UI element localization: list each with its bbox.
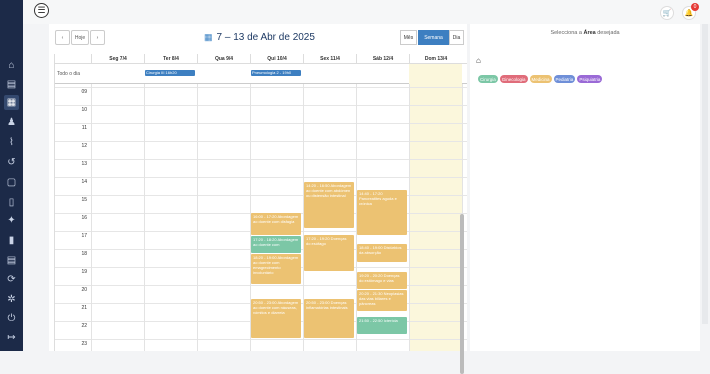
home-breadcrumb-icon[interactable]: ⌂: [476, 56, 481, 65]
file-search-icon[interactable]: ▯: [4, 195, 19, 210]
area-tag-psiquiatria[interactable]: Psiquiatria: [577, 75, 603, 83]
gear-icon[interactable]: ✲: [4, 292, 19, 307]
calendar-toolbar: ‹ Hoje › ▦ 7 – 13 de Abr de 2025 Mês Sem…: [49, 24, 467, 52]
hour-row[interactable]: 12: [55, 141, 467, 159]
top-icons: 🛒 🔔 0: [660, 3, 699, 20]
hour-label: 09: [81, 89, 87, 95]
calendar-event[interactable]: 18:20 - 19:00 Abordagem ao doente com em…: [251, 254, 301, 284]
column-divider: [409, 84, 410, 351]
area-tag-cirurgia[interactable]: Cirurgia: [478, 75, 498, 83]
column-divider: [197, 84, 198, 351]
hour-label: 21: [81, 305, 87, 311]
prev-week-button[interactable]: ‹: [55, 30, 70, 45]
hour-row[interactable]: 09: [55, 87, 467, 105]
bell-icon[interactable]: 🔔 0: [682, 3, 699, 20]
area-tag-medicina[interactable]: Medicina: [529, 75, 552, 83]
topbar: [23, 0, 710, 24]
view-month-button[interactable]: Mês: [400, 30, 417, 45]
allday-label: Todo o dia: [57, 71, 81, 77]
user-edit-icon[interactable]: ♟: [4, 115, 19, 130]
day-header[interactable]: Qui 10/4: [250, 54, 303, 64]
hours-area[interactable]: 09 10 11 12 13 14 15 16 17 18 19 20 21 22 23 16:00 - 17…: [55, 84, 467, 351]
calendar-event[interactable]: 20:50 - 23:00 Doenças inflamatórias inte…: [304, 299, 354, 338]
id-card-icon[interactable]: ▤: [4, 77, 19, 92]
hour-row[interactable]: 23: [55, 339, 467, 351]
day-header[interactable]: Seg 7/4: [91, 54, 144, 64]
calendar-title-icon: ▦: [204, 32, 213, 42]
hour-label: 11: [81, 125, 87, 131]
allday-event[interactable]: Pneumologia 2 - 19h0: [251, 70, 301, 76]
hour-label: 18: [81, 251, 87, 257]
hour-label: 23: [81, 341, 87, 347]
hour-label: 14: [81, 179, 87, 185]
history-icon[interactable]: ↺: [4, 155, 19, 170]
hour-label: 17: [81, 233, 87, 239]
calendar-title: ▦ 7 – 13 de Abr de 2025: [204, 32, 315, 43]
hour-row[interactable]: 13: [55, 159, 467, 177]
area-panel-title: Selecciona a Área desejada: [470, 30, 700, 36]
allday-event[interactable]: Cirurgia III 16h20: [145, 70, 195, 76]
note-icon[interactable]: ▢: [4, 175, 19, 190]
hour-row[interactable]: 10: [55, 105, 467, 123]
area-tag-ginecologia[interactable]: Ginecologia: [499, 75, 528, 83]
title-bold: Área: [583, 30, 596, 36]
hour-label: 22: [81, 323, 87, 329]
home-icon[interactable]: ⌂: [4, 58, 19, 73]
chart-icon[interactable]: ⌇: [4, 135, 19, 150]
hour-label: 10: [81, 107, 87, 113]
column-divider: [144, 84, 145, 351]
title-prefix: Selecciona a: [550, 30, 582, 36]
day-header[interactable]: Sáb 12/4: [356, 54, 409, 64]
calendar-event[interactable]: 14:40 - 17:20 Pancreatites aguda e cróni…: [357, 189, 407, 236]
view-day-button[interactable]: Dia: [449, 30, 464, 45]
calendar-event[interactable]: 17:20 - 18:20 Abordagem ao doente com: [251, 236, 301, 254]
calendar-event[interactable]: 19:20 - 20:20 Doenças do estômago e vias: [357, 272, 407, 290]
card-icon[interactable]: ▤: [4, 253, 19, 268]
calendar-scrollbar[interactable]: [460, 214, 464, 374]
hamburger-menu-button[interactable]: ☰: [34, 3, 49, 18]
calendar-event[interactable]: 14:20 - 16:50 Abordagem ao doente com ab…: [304, 182, 354, 229]
calendar-event[interactable]: 17:20 - 19:20 Doenças do esófago: [304, 234, 354, 272]
day-header-row: Seg 7/4 Ter 8/4 Qua 9/4 Qui 10/4 Sex 11/4 Sáb…: [55, 54, 467, 64]
title-suffix: desejada: [597, 30, 620, 36]
day-header[interactable]: Qua 9/4: [197, 54, 250, 64]
calendar-event[interactable]: 16:00 - 17:20 Abordagem ao doente com di…: [251, 213, 301, 236]
hour-label: 20: [81, 287, 87, 293]
calendar-event[interactable]: 20:20 - 21:30 Neoplasias das vias biliar…: [357, 290, 407, 311]
day-header[interactable]: Dom 13/4: [409, 54, 462, 64]
hour-label: 13: [81, 161, 87, 167]
hour-label: 19: [81, 269, 87, 275]
hour-row[interactable]: 11: [55, 123, 467, 141]
hour-label: 12: [81, 143, 87, 149]
area-tag-pediatria[interactable]: Pediatria: [553, 75, 576, 83]
sunday-allday-highlight: [409, 64, 462, 84]
week-grid: Seg 7/4 Ter 8/4 Qua 9/4 Qui 10/4 Sex 11/4 Sáb…: [54, 54, 467, 351]
calendar-panel: ‹ Hoje › ▦ 7 – 13 de Abr de 2025 Mês Sem…: [49, 24, 467, 374]
hour-label: 15: [81, 197, 87, 203]
cart-icon[interactable]: 🛒: [660, 6, 674, 20]
allday-row: Todo o dia Cirurgia III 16h20 Pneumologia…: [55, 64, 467, 84]
calendar-event[interactable]: 18:40 - 19:00 Distúrbios da absorção: [357, 243, 407, 263]
hour-label: 16: [81, 215, 87, 221]
day-header[interactable]: Sex 11/4: [303, 54, 356, 64]
area-tags: Cirurgia Ginecologia Medicina Pediatria Psiq…: [478, 75, 603, 83]
sidebar: ⌂ ▤ ▦ ♟ ⌇ ↺ ▢ ▯ ✦ ▮ ▤ ⟳ ✲ ⏻ ↦: [0, 0, 23, 351]
page-scrollbar[interactable]: [702, 24, 708, 324]
calendar-title-text: 7 – 13 de Abr de 2025: [216, 32, 315, 43]
pin-icon[interactable]: ✦: [4, 213, 19, 228]
day-header[interactable]: Ter 8/4: [144, 54, 197, 64]
sync-icon[interactable]: ⟳: [4, 272, 19, 287]
column-divider: [91, 84, 92, 351]
area-panel: Selecciona a Área desejada ⌂ Cirurgia Gin…: [470, 24, 700, 351]
calendar-event[interactable]: 20:50 - 23:00 Abordagem ao doente com ná…: [251, 299, 301, 338]
calendar-event[interactable]: 21:50 - 22:50 Icterícia: [357, 317, 407, 335]
logout-icon[interactable]: ↦: [4, 330, 19, 345]
next-week-button[interactable]: ›: [90, 30, 105, 45]
view-week-button[interactable]: Semana: [418, 30, 449, 45]
notification-badge: 0: [691, 3, 699, 11]
today-button[interactable]: Hoje: [71, 30, 89, 45]
bookmark-icon[interactable]: ▮: [4, 233, 19, 248]
power-icon[interactable]: ⏻: [4, 311, 19, 326]
calendar-icon[interactable]: ▦: [4, 95, 19, 110]
